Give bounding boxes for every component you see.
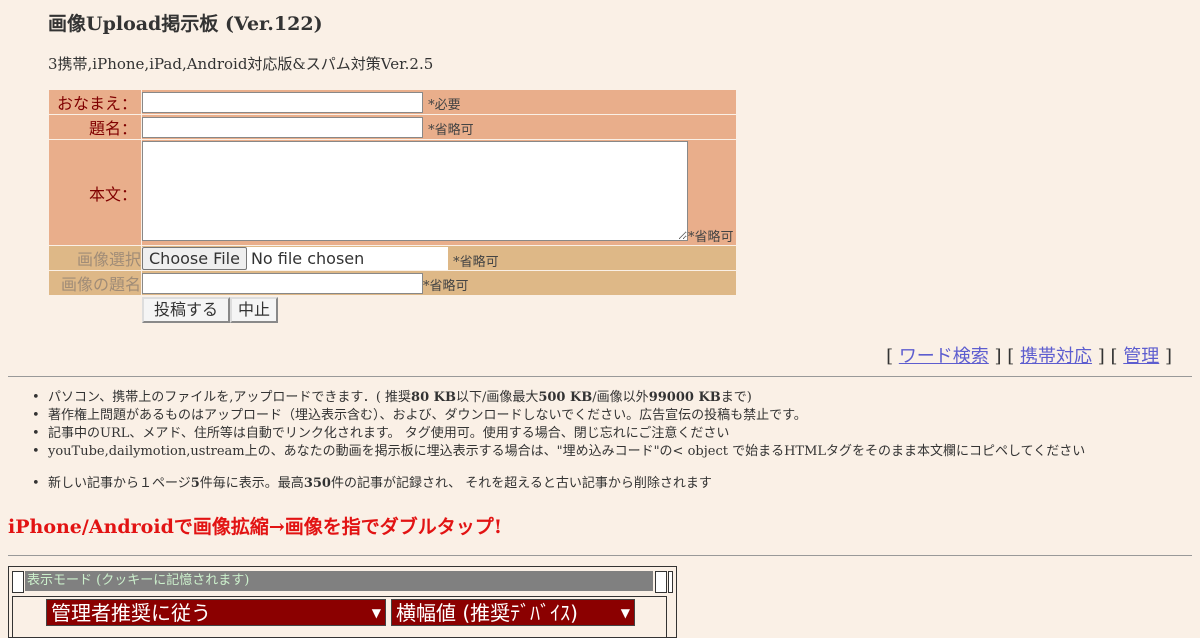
info-list: パソコン、携帯上のファイルを,アップロードできます．( 推奨80 KB以下/画像…: [32, 389, 1085, 461]
subject-note: *省略可: [428, 122, 474, 138]
image-title-note: *省略可: [423, 278, 469, 294]
admin-link[interactable]: 管理: [1123, 346, 1159, 367]
chevron-down-icon: ▼: [620, 606, 630, 620]
form-buttons: 投稿する 中止: [142, 296, 736, 324]
subject-label: 題名：: [49, 115, 141, 139]
file-input[interactable]: Choose File No file chosen: [142, 246, 448, 270]
header-links: [ ワード検索 ] [ 携帯対応 ] [ 管理 ]: [886, 346, 1172, 367]
body-note: *省略可: [688, 230, 734, 245]
name-cell: *必要: [142, 90, 736, 114]
info-item: パソコン、携帯上のファイルを,アップロードできます．( 推奨80 KB以下/画像…: [32, 389, 1085, 407]
display-mode-controls: 管理者推奨に従う ▼ 横幅値 (推奨ﾃﾞﾊﾞｲｽ) ▼: [12, 596, 667, 638]
word-search-link[interactable]: ワード検索: [899, 346, 989, 367]
image-select-label: 画像選択: [49, 246, 141, 270]
mobile-link[interactable]: 携帯対応: [1020, 346, 1092, 367]
info-item: 著作権上問題があるものはアップロード（埋込表示含む）、および、ダウンロードしない…: [32, 407, 1085, 425]
panel-edge: [12, 571, 24, 593]
file-status: No file chosen: [250, 248, 365, 268]
post-form: おなまえ： *必要 題名： *省略可 本文： *省略可 画像選択 Choose …: [48, 89, 737, 325]
page-subtitle: 3携帯,iPhone,iPad,Android対応版&スパム対策Ver.2.5: [48, 55, 434, 73]
image-title-input[interactable]: [142, 272, 423, 294]
display-mode-header: 表示モード (クッキーに記憶されます): [25, 571, 653, 591]
submit-button[interactable]: 投稿する: [142, 297, 231, 323]
name-label: おなまえ：: [49, 90, 141, 114]
image-select-cell: Choose File No file chosen *省略可: [142, 246, 736, 270]
body-textarea[interactable]: [142, 141, 688, 241]
info-item: youTube,dailymotion,ustream上の、あなたの動画を掲示板…: [32, 443, 1085, 461]
body-label: 本文：: [49, 140, 141, 245]
body-cell: *省略可: [142, 140, 736, 245]
name-note: *必要: [428, 97, 461, 113]
subject-cell: *省略可: [142, 115, 736, 139]
panel-edge: [655, 571, 667, 593]
cancel-button[interactable]: 中止: [230, 297, 279, 323]
display-mode-panel: 表示モード (クッキーに記憶されます) 管理者推奨に従う ▼ 横幅値 (推奨ﾃﾞﾊ…: [8, 566, 677, 638]
mode-select[interactable]: 管理者推奨に従う ▼: [46, 599, 386, 626]
info-list-2: 新しい記事から１ページ5件毎に表示。最高350件の記事が記録され、 それを超える…: [32, 475, 712, 493]
tap-notice: iPhone/Androidで画像拡縮→画像を指でダブルタップ!: [8, 516, 503, 538]
name-input[interactable]: [142, 91, 423, 113]
divider: [8, 555, 1192, 556]
divider: [8, 376, 1192, 377]
page-title: 画像Upload掲示板 (Ver.122): [48, 13, 323, 35]
chevron-down-icon: ▼: [371, 606, 381, 620]
info-item: 記事中のURL、メアド、住所等は自動でリンク化されます。 タグ使用可。使用する場…: [32, 425, 1085, 443]
info-item: 新しい記事から１ページ5件毎に表示。最高350件の記事が記録され、 それを超える…: [32, 475, 712, 493]
panel-edge: [668, 571, 673, 593]
image-title-cell: *省略可: [142, 271, 736, 295]
subject-input[interactable]: [142, 116, 423, 138]
width-select[interactable]: 横幅値 (推奨ﾃﾞﾊﾞｲｽ) ▼: [391, 599, 635, 626]
choose-file-button[interactable]: Choose File: [142, 246, 247, 270]
image-note: *省略可: [453, 254, 499, 270]
image-title-label: 画像の題名: [49, 271, 141, 295]
